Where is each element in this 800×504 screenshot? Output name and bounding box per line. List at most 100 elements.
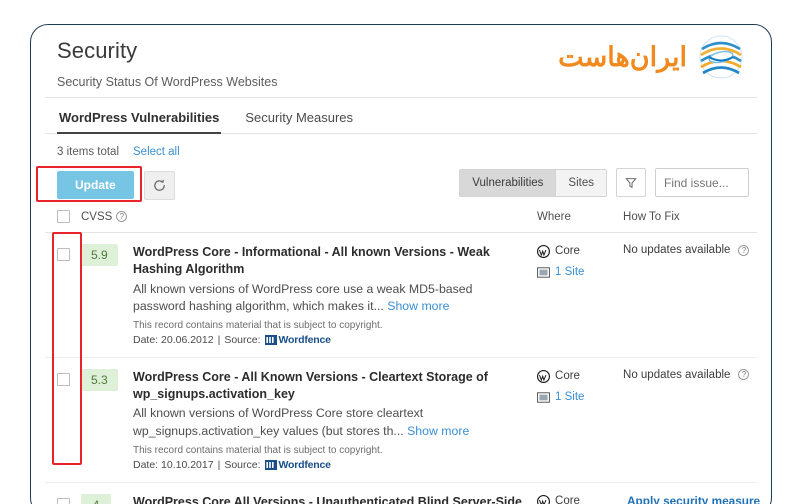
table-body: 5.9 WordPress Core - Informational - All…	[45, 232, 760, 504]
record-date: Date: 10.10.2017	[133, 458, 214, 471]
row-cvss-cell: 5.3	[81, 357, 133, 483]
row-detail-cell: WordPress Core - All Known Versions - Cl…	[133, 357, 538, 483]
table-header-row: CVSS? Where How To Fix	[45, 202, 757, 233]
vulnerability-description: All known versions of WordPress core use…	[133, 281, 537, 315]
where-core-label: Core	[555, 494, 580, 504]
row-checkbox[interactable]	[57, 498, 70, 504]
fix-status-label: No updates available	[623, 368, 731, 381]
update-button[interactable]: Update	[57, 171, 134, 199]
show-more-link[interactable]: Show more	[387, 299, 449, 313]
table-row[interactable]: 4 WordPress Core All Versions - Unauthen…	[45, 482, 760, 504]
header-cvss-label: CVSS	[81, 210, 113, 223]
header-how-to-fix: How To Fix	[623, 202, 757, 233]
where-sites: 1 Site	[537, 390, 623, 405]
row-detail-cell: WordPress Core All Versions - Unauthenti…	[133, 482, 538, 504]
fix-action: Apply security measure	[623, 494, 760, 504]
show-more-link[interactable]: Show more	[407, 424, 469, 438]
funnel-icon	[625, 177, 637, 188]
search-input[interactable]	[655, 168, 749, 197]
where-core-label: Core	[555, 245, 580, 257]
question-mark-icon[interactable]: ?	[738, 369, 750, 381]
record-date-source: Date: 10.10.2017 | Source: Wordfence	[133, 459, 537, 471]
where-sites-link[interactable]: 1 Site	[555, 265, 584, 280]
cvss-badge: 5.3	[81, 368, 118, 391]
wordfence-mark-icon	[264, 334, 277, 345]
row-cvss-cell: 5.9	[81, 232, 133, 358]
table-row[interactable]: 5.3 WordPress Core - All Known Versions …	[45, 357, 757, 483]
fix-status-label: No updates available	[623, 244, 731, 256]
copyright-note: This record contains material that is su…	[133, 444, 383, 456]
apply-security-measure-link[interactable]: Apply security measure	[627, 494, 760, 504]
row-cvss-cell: 4	[81, 482, 133, 504]
wordpress-icon	[537, 369, 551, 383]
table-header: CVSS? Where How To Fix	[45, 202, 757, 233]
record-separator: |	[217, 458, 221, 471]
row-fix-cell: Apply security measure	[623, 482, 760, 504]
where-core: Core	[537, 244, 623, 259]
question-mark-icon[interactable]: ?	[738, 244, 750, 256]
row-where-cell: Core 1 Site	[537, 357, 624, 483]
toggle-sites[interactable]: Sites	[556, 168, 607, 197]
toggle-vulnerabilities[interactable]: Vulnerabilities	[459, 168, 557, 197]
row-detail-cell: WordPress Core - Informational - All kno…	[133, 232, 538, 358]
header-where: Where	[537, 202, 624, 233]
tab-security-measures[interactable]: Security Measures	[243, 110, 355, 133]
wordfence-mark-icon	[264, 459, 277, 470]
items-total-label: 3 items total	[57, 146, 119, 158]
header-cvss: CVSS?	[81, 202, 538, 233]
question-mark-icon[interactable]: ?	[116, 210, 128, 222]
vulnerability-description: All known versions of WordPress Core sto…	[133, 405, 537, 439]
toolbar: Update Vulnerabilities Sites	[45, 158, 757, 202]
globe-icon	[699, 35, 743, 79]
row-fix-cell: No updates available ?	[623, 232, 757, 358]
toolbar-right: Vulnerabilities Sites	[459, 168, 749, 197]
list-meta: 3 items total Select all	[45, 134, 757, 158]
row-checkbox[interactable]	[57, 373, 70, 387]
vulnerability-title: WordPress Core - Informational - All kno…	[133, 245, 490, 277]
row-where-cell: Core 1 Site	[537, 232, 624, 358]
wordpress-icon	[537, 494, 551, 504]
where-sites: 1 Site	[537, 265, 623, 280]
row-fix-cell: No updates available ?	[623, 357, 757, 483]
vulnerability-title: WordPress Core All Versions - Unauthenti…	[133, 494, 522, 504]
refresh-button[interactable]	[143, 170, 175, 200]
site-icon	[537, 392, 550, 403]
wordfence-logo: Wordfence	[264, 333, 331, 346]
fix-status: No updates available ?	[623, 369, 757, 381]
page-header: Security Security Status Of WordPress We…	[45, 25, 757, 97]
wordfence-name: Wordfence	[278, 333, 331, 346]
vulnerability-title: WordPress Core - All Known Versions - Cl…	[133, 369, 488, 402]
row-checkbox[interactable]	[57, 248, 70, 262]
wordfence-logo: Wordfence	[264, 458, 331, 471]
description-text: All known versions of WordPress Core sto…	[133, 406, 424, 438]
tab-wordpress-vulnerabilities[interactable]: WordPress Vulnerabilities	[57, 110, 222, 134]
view-toggle-group: Vulnerabilities Sites	[459, 168, 607, 197]
filter-button[interactable]	[616, 168, 646, 197]
security-card: Security Security Status Of WordPress We…	[30, 24, 772, 504]
select-all-link[interactable]: Select all	[133, 146, 180, 158]
card-inner: Security Security Status Of WordPress We…	[31, 25, 771, 504]
table-row[interactable]: 5.9 WordPress Core - Informational - All…	[45, 232, 757, 358]
row-checkbox-cell	[45, 357, 81, 483]
record-date-source: Date: 20.06.2012 | Source: Wordfence	[133, 334, 537, 346]
refresh-icon	[153, 179, 165, 191]
where-core-label: Core	[555, 369, 580, 382]
fix-status: No updates available ?	[623, 244, 757, 256]
source-label: Source:	[224, 458, 261, 471]
where-core: Core	[537, 494, 623, 504]
where-core: Core	[537, 369, 623, 384]
record-date: Date: 20.06.2012	[133, 333, 214, 346]
where-sites-link[interactable]: 1 Site	[555, 390, 584, 405]
brand-logo: ایران‌هاست	[558, 31, 747, 83]
screenshot-root: Security Security Status Of WordPress We…	[0, 0, 800, 504]
cvss-badge: 4	[81, 493, 111, 504]
select-all-checkbox[interactable]	[57, 210, 70, 223]
wordfence-name: Wordfence	[278, 458, 331, 471]
source-label: Source:	[224, 333, 261, 346]
wordpress-icon	[537, 244, 551, 258]
row-where-cell: Core 1 Site	[537, 482, 624, 504]
site-icon	[537, 267, 550, 278]
copyright-note: This record contains material that is su…	[133, 319, 383, 331]
brand-name: ایران‌هاست	[558, 41, 687, 72]
tab-bar: WordPress Vulnerabilities Security Measu…	[45, 98, 757, 134]
